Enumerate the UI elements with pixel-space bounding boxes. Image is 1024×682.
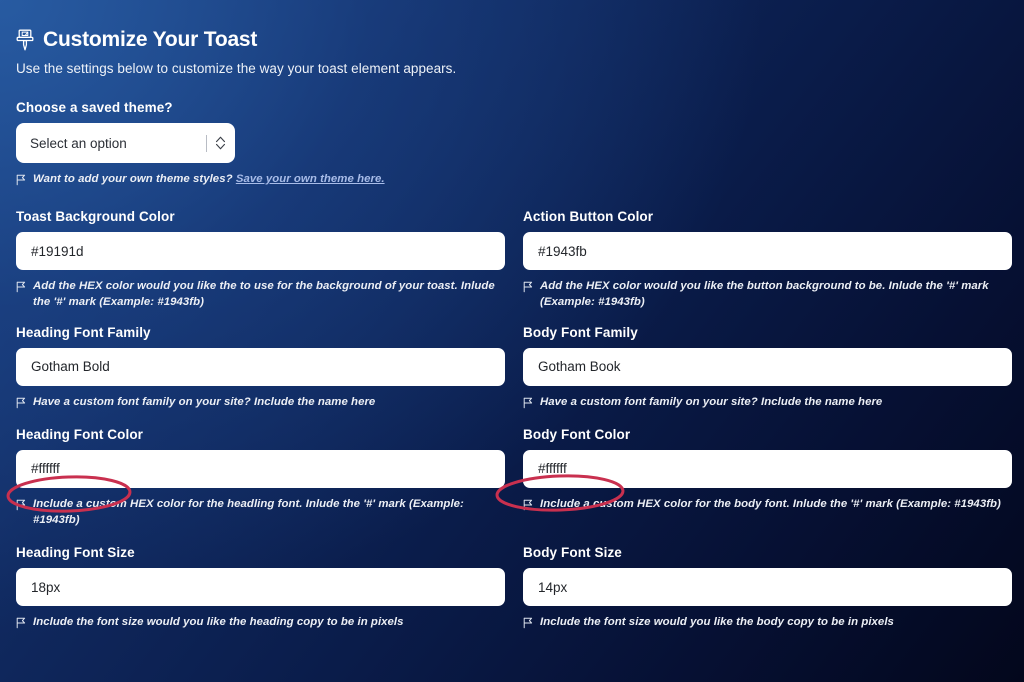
- field-action-button-color: Action Button Color Add the HEX color wo…: [523, 209, 1012, 310]
- field-label: Heading Font Size: [16, 545, 135, 561]
- flag-icon: [16, 499, 26, 511]
- flag-icon: [523, 281, 533, 293]
- field-helper: Have a custom font family on your site? …: [523, 394, 1012, 410]
- saved-theme-select-value: Select an option: [30, 135, 127, 151]
- field-label: Body Font Color: [523, 426, 631, 442]
- field-helper-text: Have a custom font family on your site? …: [33, 395, 376, 408]
- theme-helper-prompt: Want to add your own theme styles?: [33, 173, 233, 185]
- body-font-family-input[interactable]: [523, 347, 1012, 386]
- field-helper: Add the HEX color would you like the to …: [16, 278, 505, 310]
- field-heading-font-color: Heading Font Color Include a custom HEX …: [16, 427, 505, 528]
- field-helper-text: Add the HEX color would you like the to …: [33, 280, 495, 309]
- select-divider: [206, 134, 207, 152]
- field-helper: Have a custom font family on your site? …: [16, 394, 505, 410]
- flag-icon: [16, 281, 26, 293]
- field-body-font-color: Body Font Color Include a custom HEX col…: [523, 427, 1012, 528]
- heading-font-family-input[interactable]: [16, 347, 505, 386]
- field-helper-text: Include a custom HEX color for the headl…: [33, 497, 464, 526]
- field-helper-text: Include the font size would you like the…: [33, 616, 404, 629]
- flag-icon: [16, 174, 26, 186]
- field-label: Body Font Family: [523, 324, 638, 340]
- field-body-font-size: Body Font Size Include the font size wou…: [523, 545, 1012, 630]
- customize-toast-page: Customize Your Toast Use the settings be…: [0, 0, 1024, 647]
- page-title: Customize Your Toast: [43, 28, 258, 51]
- save-theme-link[interactable]: Save your own theme here.: [236, 173, 385, 185]
- field-heading-font-family: Heading Font Family Have a custom font f…: [16, 325, 505, 410]
- saved-theme-select[interactable]: Select an option: [16, 123, 235, 163]
- field-helper-text: Include a custom HEX color for the body …: [540, 497, 1001, 510]
- field-helper: Add the HEX color would you like the but…: [523, 278, 1012, 310]
- paint-brush-icon: [16, 29, 34, 51]
- field-helper-text: Add the HEX color would you like the but…: [540, 280, 989, 309]
- page-subtitle: Use the settings below to customize the …: [16, 61, 457, 76]
- field-body-font-family: Body Font Family Have a custom font fami…: [523, 325, 1012, 410]
- heading-font-color-input[interactable]: [16, 449, 505, 488]
- flag-icon: [16, 617, 26, 629]
- theme-select-helper-text: Want to add your own theme styles? Save …: [33, 171, 385, 187]
- body-font-size-input[interactable]: [523, 568, 1012, 607]
- chevron-up-down-icon: [215, 136, 226, 150]
- field-heading-font-size: Heading Font Size Include the font size …: [16, 545, 505, 630]
- heading-font-size-input[interactable]: [16, 568, 505, 607]
- field-label: Heading Font Family: [16, 324, 151, 340]
- theme-select-label: Choose a saved theme?: [16, 100, 173, 115]
- field-helper: Include a custom HEX color for the body …: [523, 496, 1012, 512]
- field-label: Toast Background Color: [16, 209, 175, 225]
- field-toast-background-color: Toast Background Color Add the HEX color…: [16, 209, 505, 310]
- action-button-color-input[interactable]: [523, 232, 1012, 271]
- field-helper: Include the font size would you like the…: [16, 614, 505, 630]
- theme-select-helper: Want to add your own theme styles? Save …: [16, 171, 1008, 187]
- page-header: Customize Your Toast: [16, 28, 1008, 52]
- flag-icon: [523, 397, 533, 408]
- field-label: Body Font Size: [523, 545, 622, 561]
- field-label: Heading Font Color: [16, 426, 144, 442]
- flag-icon: [16, 397, 26, 408]
- field-helper: Include the font size would you like the…: [523, 614, 1012, 630]
- theme-select-field: Choose a saved theme? Select an option W…: [16, 100, 1008, 187]
- field-label: Action Button Color: [523, 209, 654, 225]
- field-helper: Include a custom HEX color for the headl…: [16, 496, 505, 528]
- field-helper-text: Have a custom font family on your site? …: [540, 395, 883, 408]
- body-font-color-input[interactable]: [523, 449, 1012, 488]
- settings-form-grid: Toast Background Color Add the HEX color…: [16, 209, 1012, 647]
- flag-icon: [523, 617, 533, 629]
- toast-background-color-input[interactable]: [16, 232, 505, 271]
- flag-icon: [523, 499, 533, 511]
- field-helper-text: Include the font size would you like the…: [540, 616, 894, 629]
